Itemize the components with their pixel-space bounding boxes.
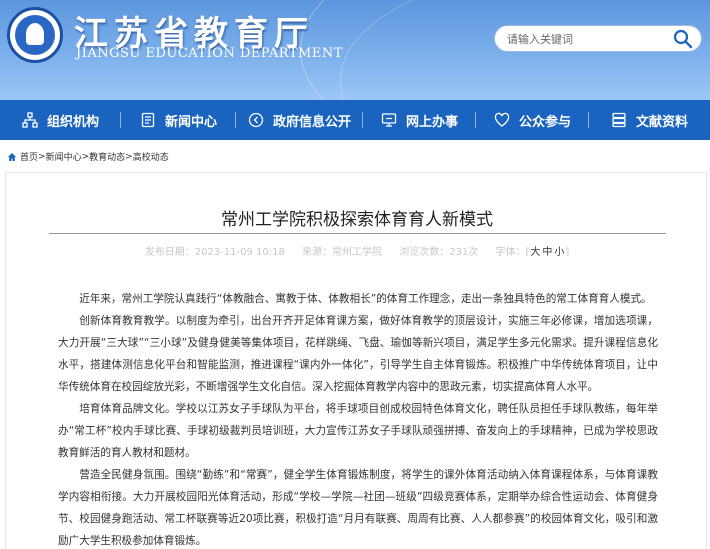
article-panel: 常州工学院积极探索体育育人新模式 发布日期：2023-11-09 10:18 来… [5, 172, 707, 549]
monitor-icon [380, 111, 398, 129]
article-paragraph: 创新体育教育教学。以制度为牵引，出台开齐开足体育课方案，做好体育教学的顶层设计，… [58, 315, 658, 393]
nav-item-news[interactable]: 新闻中心 [121, 100, 235, 140]
site-header: 江苏省教育厅 JIANGSU EDUCATION DEPARTMENT [0, 0, 710, 100]
nav-label: 网上办事 [405, 114, 458, 130]
nav-label: 文献资料 [635, 114, 688, 130]
article-paragraph: 培育体育品牌文化。学校以江苏女子手球队为平台，将手球项目创成校园特色体育文化，聘… [58, 403, 658, 459]
breadcrumb-college-news[interactable]: 高校动态 [133, 150, 169, 163]
article-paragraph: 营造全民健身氛围。围绕“勤练”和“常赛”，健全学生体育锻炼制度，将学生的课外体育… [58, 469, 658, 547]
nav-item-org[interactable]: 组织机构 [0, 100, 120, 140]
font-size-label: 字体：[ [495, 247, 530, 258]
main-nav: 组织机构 新闻中心 政府信息公开 网上办事 公众参与 文献资料 [0, 100, 710, 140]
article-paragraph: 近年来，常州工学院认真践行“体教融合、寓教于体、体教相长”的体育工作理念，走出一… [79, 293, 652, 305]
archive-icon [610, 111, 628, 129]
font-medium-button[interactable]: 中 [542, 247, 552, 258]
breadcrumb: 首页 > 新闻中心 > 教育动态 > 高校动态 [7, 150, 169, 163]
home-icon [7, 152, 17, 162]
breadcrumb-home[interactable]: 首页 [20, 150, 38, 163]
search-box [494, 25, 702, 52]
nav-item-online-service[interactable]: 网上办事 [363, 100, 475, 140]
font-large-button[interactable]: 大 [530, 247, 540, 258]
nav-item-gov-info[interactable]: 政府信息公开 [236, 100, 362, 140]
site-subtitle: JIANGSU EDUCATION DEPARTMENT [76, 46, 343, 61]
view-count: 浏览次数：231次 [399, 247, 479, 258]
article-source: 来源：常州工学院 [302, 247, 383, 258]
search-input[interactable] [507, 30, 667, 48]
breadcrumb-separator: > [81, 151, 90, 162]
breadcrumb-edu-news[interactable]: 教育动态 [89, 150, 125, 163]
article-meta: 发布日期：2023-11-09 10:18 来源：常州工学院 浏览次数：231次… [6, 243, 708, 258]
font-small-button[interactable]: 小 [554, 247, 564, 258]
breadcrumb-separator: > [125, 151, 133, 162]
nav-label: 公众参与 [518, 114, 571, 130]
nav-label: 政府信息公开 [272, 114, 351, 130]
heart-icon [493, 111, 511, 129]
nav-item-documents[interactable]: 文献资料 [589, 100, 709, 140]
org-chart-icon [21, 111, 39, 129]
nav-label: 组织机构 [46, 114, 99, 130]
article-title: 常州工学院积极探索体育育人新模式 [221, 210, 493, 230]
font-size-control: 字体：[大中小] [495, 247, 569, 258]
breadcrumb-separator: > [38, 151, 46, 162]
font-size-bracket: ] [565, 247, 570, 258]
document-icon [139, 111, 157, 129]
search-icon[interactable] [673, 29, 693, 49]
circle-arrow-icon [247, 111, 265, 129]
title-divider [49, 233, 666, 234]
nav-item-public-participation[interactable]: 公众参与 [476, 100, 588, 140]
breadcrumb-news[interactable]: 新闻中心 [46, 150, 82, 163]
emblem-logo-icon[interactable] [7, 7, 63, 63]
publish-date: 发布日期：2023-11-09 10:18 [144, 247, 285, 258]
article-body: 近年来，常州工学院认真践行“体教融合、寓教于体、体教相长”的体育工作理念，走出一… [58, 288, 658, 549]
nav-label: 新闻中心 [164, 114, 217, 130]
